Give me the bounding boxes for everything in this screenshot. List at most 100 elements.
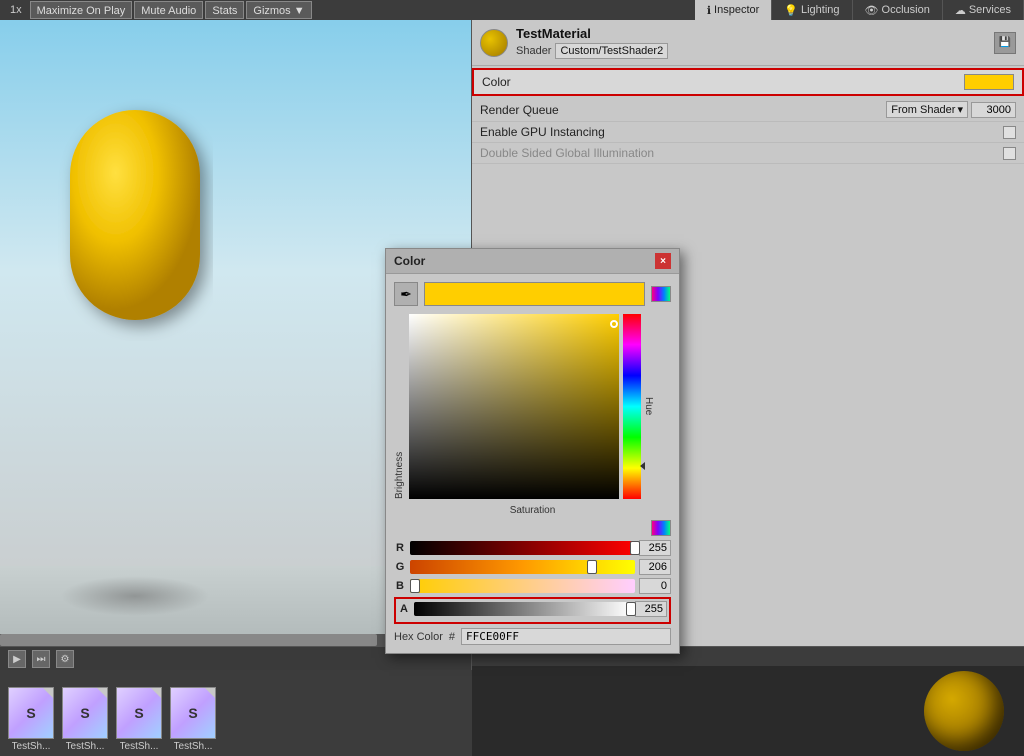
double-sided-label: Double Sided Global Illumination (480, 146, 1003, 160)
mute-audio-button[interactable]: Mute Audio (134, 1, 203, 19)
gradient-square[interactable] (409, 314, 619, 499)
lighting-icon: 💡 (784, 4, 798, 17)
hdr-icon[interactable] (651, 286, 671, 302)
gpu-instancing-checkbox[interactable] (1003, 126, 1016, 139)
g-channel-row: G (394, 559, 671, 575)
preview-sphere (924, 671, 1004, 751)
asset-name: TestSh... (66, 741, 105, 752)
material-header: TestMaterial Shader Custom/TestShader2 💾 (472, 20, 1024, 66)
step-button[interactable]: ⏭ (32, 650, 50, 668)
g-slider[interactable] (410, 560, 635, 574)
hex-input[interactable] (461, 628, 671, 645)
tab-inspector[interactable]: ℹ Inspector (695, 0, 772, 20)
zoom-level: 1x (4, 4, 28, 16)
render-queue-row: Render Queue From Shader ▾ 3000 (472, 98, 1024, 122)
bottom-area: ▶ ⏭ ⚙ S TestSh... S TestSh... S TestSh..… (0, 646, 1024, 756)
asset-icon: S (8, 687, 54, 739)
maximize-on-play-button[interactable]: Maximize On Play (30, 1, 133, 19)
capsule-shadow (60, 576, 210, 616)
list-item[interactable]: S TestSh... (8, 687, 54, 752)
list-item[interactable]: S TestSh... (170, 687, 216, 752)
material-save-button[interactable]: 💾 (994, 32, 1016, 54)
gizmos-button[interactable]: Gizmos ▼ (246, 1, 311, 19)
dialog-close-button[interactable]: × (655, 253, 671, 269)
color-picker-dialog: Color × ✒ Brightness Hue Saturati (385, 248, 680, 654)
color-property-row: Color (472, 68, 1024, 96)
asset-row: S TestSh... S TestSh... S TestSh... S Te… (0, 670, 472, 756)
tab-occlusion[interactable]: 👁 Occlusion (853, 0, 943, 20)
b-track (410, 579, 635, 593)
color-preview-bar (424, 282, 645, 306)
hue-arrow-indicator (640, 462, 645, 470)
hdr-icon-2[interactable] (651, 520, 671, 536)
hex-color-label: Hex Color (394, 631, 443, 643)
a-label: A (398, 603, 410, 615)
tab-occlusion-label: Occlusion (882, 4, 930, 16)
b-channel-row: B (394, 578, 671, 594)
hue-strip[interactable] (623, 314, 641, 499)
color-swatch[interactable] (964, 74, 1014, 90)
r-channel-row: R (394, 540, 671, 556)
preview-area (472, 666, 1024, 756)
shader-value[interactable]: Custom/TestShader2 (555, 43, 668, 59)
gradient-square-wrap[interactable] (409, 314, 619, 499)
b-label: B (394, 580, 406, 592)
hue-strip-wrap: Hue (623, 314, 654, 499)
shader-label: Shader (516, 45, 551, 57)
asset-icon: S (170, 687, 216, 739)
inspector-icon: ℹ (707, 4, 711, 17)
scene-scrollbar-thumb[interactable] (0, 634, 377, 646)
tab-services[interactable]: ☁ Services (943, 0, 1024, 20)
hue-label: Hue (643, 314, 654, 499)
gpu-instancing-label: Enable GPU Instancing (480, 125, 1003, 139)
dropdown-arrow-icon: ▾ (957, 103, 963, 116)
a-track (414, 602, 631, 616)
r-slider[interactable] (410, 541, 635, 555)
tab-lighting[interactable]: 💡 Lighting (772, 0, 852, 20)
render-queue-number[interactable]: 3000 (971, 102, 1016, 118)
color-preview-row: ✒ (394, 282, 671, 306)
top-bar: 1x Maximize On Play Mute Audio Stats Giz… (0, 0, 1024, 20)
brightness-label: Brightness (394, 314, 405, 499)
color-label: Color (482, 75, 964, 89)
dialog-body: ✒ Brightness Hue Saturation (386, 274, 679, 653)
asset-name: TestSh... (174, 741, 213, 752)
tab-inspector-label: Inspector (714, 4, 759, 16)
list-item[interactable]: S TestSh... (62, 687, 108, 752)
material-icon (480, 29, 508, 57)
scene-object-capsule (40, 70, 240, 350)
stats-button[interactable]: Stats (205, 1, 244, 19)
g-value-input[interactable] (639, 559, 671, 575)
dialog-titlebar: Color × (386, 249, 679, 274)
hex-row: Hex Color # (394, 628, 671, 645)
gradient-picker-area: Brightness Hue (394, 314, 671, 499)
services-icon: ☁ (955, 4, 966, 17)
play-button[interactable]: ▶ (8, 650, 26, 668)
b-slider[interactable] (410, 579, 635, 593)
b-value-input[interactable] (639, 578, 671, 594)
tab-services-label: Services (969, 4, 1011, 16)
asset-icon: S (62, 687, 108, 739)
r-label: R (394, 542, 406, 554)
asset-icon-label: S (26, 705, 35, 721)
asset-icon-label: S (188, 705, 197, 721)
occlusion-icon: 👁 (865, 4, 879, 17)
dialog-title: Color (394, 254, 425, 268)
a-value-input[interactable] (635, 601, 667, 617)
saturation-label: Saturation (394, 505, 671, 516)
render-queue-dropdown[interactable]: From Shader ▾ (886, 101, 968, 118)
pause-button[interactable]: ⚙ (56, 650, 74, 668)
g-label: G (394, 561, 406, 573)
double-sided-row: Double Sided Global Illumination (472, 143, 1024, 164)
eyedropper-button[interactable]: ✒ (394, 282, 418, 306)
double-sided-checkbox[interactable] (1003, 147, 1016, 160)
shader-row: Shader Custom/TestShader2 (516, 43, 986, 59)
asset-name: TestSh... (12, 741, 51, 752)
a-slider[interactable] (414, 602, 631, 616)
asset-icon-label: S (134, 705, 143, 721)
picker-cursor (610, 320, 618, 328)
asset-name: TestSh... (120, 741, 159, 752)
list-item[interactable]: S TestSh... (116, 687, 162, 752)
inspector-tabs: ℹ Inspector 💡 Lighting 👁 Occlusion ☁ Ser… (695, 0, 1024, 20)
r-value-input[interactable] (639, 540, 671, 556)
